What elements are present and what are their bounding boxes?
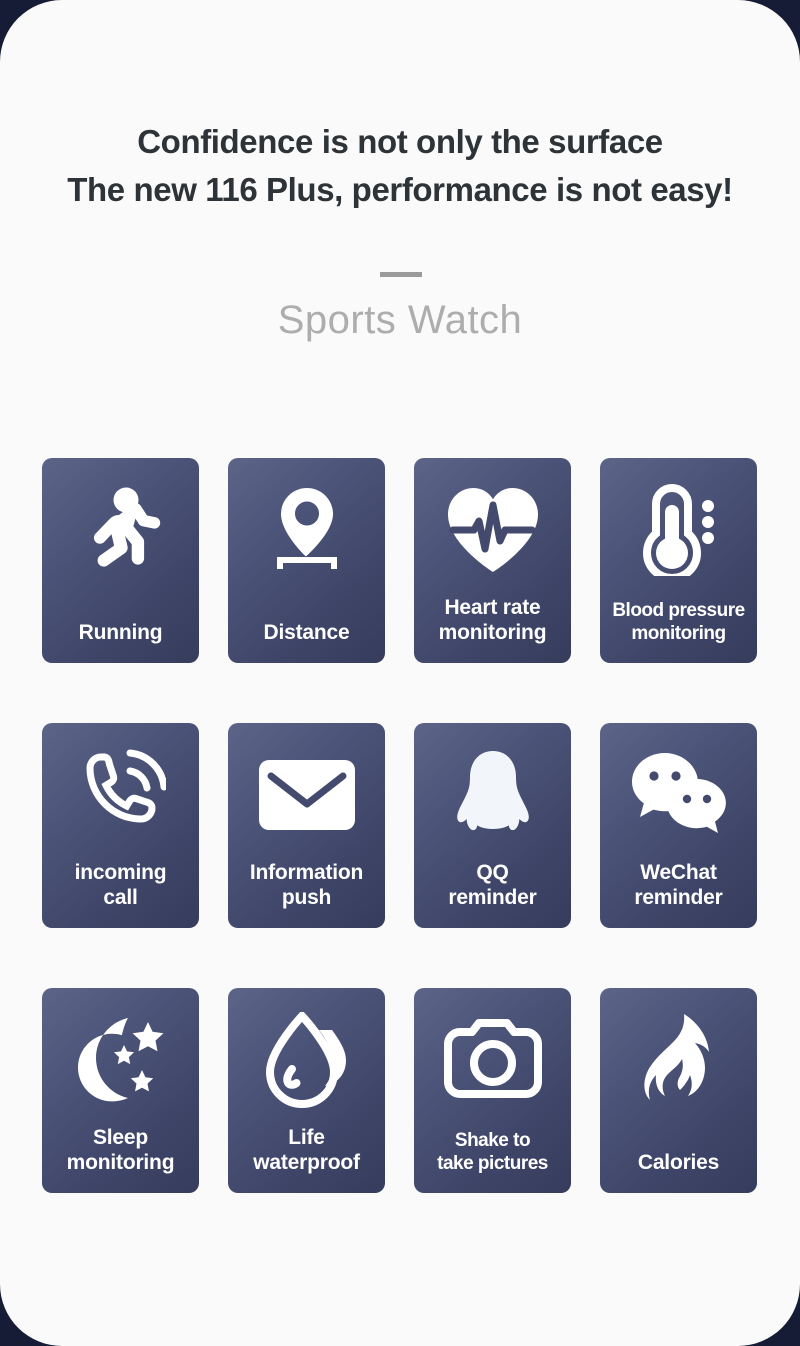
- feature-tile-wechat-reminder[interactable]: WeChat reminder: [600, 723, 757, 928]
- feature-tile-distance[interactable]: Distance: [228, 458, 385, 663]
- feature-label-line-1: Heart rate: [444, 596, 541, 619]
- feature-label-line-1: Shake to: [454, 1130, 531, 1151]
- feature-label-line-1: Running: [78, 621, 163, 644]
- feature-tile-blood-pressure[interactable]: Blood pressure monitoring: [600, 458, 757, 663]
- feature-label-line-2: reminder: [448, 886, 537, 909]
- qq-penguin-icon: [414, 745, 571, 845]
- feature-tile-label: Heart rate monitoring: [418, 595, 567, 645]
- feature-label-line-2: take pictures: [437, 1153, 548, 1174]
- feature-label-line-2: call: [103, 886, 138, 909]
- feature-label-line-1: Information: [249, 861, 364, 884]
- feature-tile-sleep[interactable]: Sleep monitoring: [42, 988, 199, 1193]
- feature-tile-label: incoming call: [46, 860, 195, 910]
- feature-tile-label: WeChat reminder: [604, 860, 753, 910]
- water-drop-icon: [228, 1010, 385, 1110]
- envelope-icon: [228, 745, 385, 845]
- feature-label-line-2: reminder: [634, 886, 723, 909]
- phone-ringing-icon: [42, 745, 199, 845]
- feature-tile-label: Information push: [232, 860, 381, 910]
- feature-tile-label: Shake to take pictures: [418, 1129, 567, 1175]
- divider: [380, 272, 422, 277]
- feature-tile-incoming-call[interactable]: incoming call: [42, 723, 199, 928]
- product-feature-card: Confidence is not only the surface The n…: [0, 0, 800, 1346]
- feature-label-line-1: Distance: [263, 621, 350, 644]
- feature-tile-qq-reminder[interactable]: QQ reminder: [414, 723, 571, 928]
- feature-label-line-1: Calories: [637, 1151, 720, 1174]
- feature-tile-shake-camera[interactable]: Shake to take pictures: [414, 988, 571, 1193]
- feature-tile-information-push[interactable]: Information push: [228, 723, 385, 928]
- feature-label-line-2: monitoring: [631, 623, 726, 644]
- map-pin-icon: [228, 480, 385, 580]
- flame-icon: [600, 1010, 757, 1110]
- headline-line-2: The new 116 Plus, performance is not eas…: [67, 171, 733, 208]
- feature-label-line-1: Sleep: [92, 1126, 149, 1149]
- feature-tile-running[interactable]: Running: [42, 458, 199, 663]
- page-subtitle: Sports Watch: [277, 298, 523, 342]
- running-icon: [42, 480, 199, 580]
- wechat-bubbles-icon: [600, 745, 757, 845]
- feature-tile-label: Life waterproof: [232, 1125, 381, 1175]
- feature-tile-label: Blood pressure monitoring: [604, 599, 753, 645]
- feature-grid: Running Distance Heart rate monitoring B…: [42, 458, 758, 1193]
- headline-line-1: Confidence is not only the surface: [137, 123, 663, 160]
- feature-tile-label: Calories: [604, 1150, 753, 1175]
- feature-label-line-1: WeChat: [640, 861, 717, 884]
- camera-icon: [414, 1010, 571, 1110]
- feature-label-line-1: incoming: [74, 861, 167, 884]
- feature-label-line-2: push: [281, 886, 332, 909]
- feature-tile-waterproof[interactable]: Life waterproof: [228, 988, 385, 1193]
- feature-tile-heart-rate[interactable]: Heart rate monitoring: [414, 458, 571, 663]
- heart-rate-icon: [414, 480, 571, 580]
- thermometer-icon: [600, 480, 757, 580]
- feature-label-line-2: monitoring: [438, 621, 547, 644]
- feature-tile-label: QQ reminder: [418, 860, 567, 910]
- feature-tile-label: Sleep monitoring: [46, 1125, 195, 1175]
- feature-label-line-1: Life: [288, 1126, 325, 1149]
- moon-stars-icon: [42, 1010, 199, 1110]
- feature-tile-label: Distance: [232, 620, 381, 645]
- feature-tile-calories[interactable]: Calories: [600, 988, 757, 1193]
- feature-label-line-2: monitoring: [66, 1151, 175, 1174]
- feature-tile-label: Running: [46, 620, 195, 645]
- feature-label-line-1: Blood pressure: [612, 600, 745, 621]
- page-headline: Confidence is not only the surface The n…: [0, 118, 800, 214]
- feature-label-line-2: waterproof: [253, 1151, 360, 1174]
- feature-label-line-1: QQ: [476, 861, 509, 884]
